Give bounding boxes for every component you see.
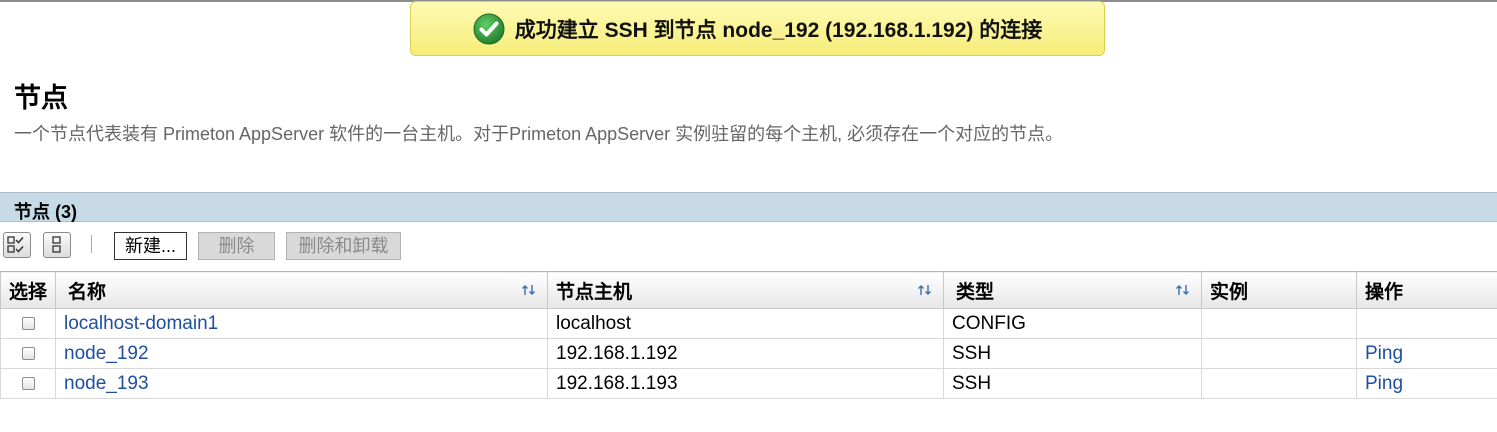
- node-type-cell: CONFIG: [943, 308, 1202, 339]
- node-name-link[interactable]: localhost-domain1: [64, 313, 218, 334]
- select-all-icon: [7, 236, 24, 253]
- column-header-instances: 实例: [1201, 271, 1357, 309]
- check-circle-icon: [473, 13, 505, 44]
- node-host-cell: localhost: [547, 308, 944, 339]
- row-select-cell: [0, 368, 56, 399]
- select-all-button[interactable]: [3, 232, 31, 258]
- ping-link[interactable]: Ping: [1365, 373, 1403, 394]
- sort-icon[interactable]: [521, 283, 537, 297]
- success-message: 成功建立 SSH 到节点 node_192 (192.168.1.192) 的连…: [410, 1, 1105, 56]
- table-section-header: 节点 (3): [0, 192, 1497, 222]
- node-instances-cell: [1201, 338, 1357, 369]
- success-message-text: 成功建立 SSH 到节点 node_192 (192.168.1.192) 的连…: [514, 18, 1043, 42]
- table-row: localhost-domain1 localhost CONFIG: [0, 308, 1497, 339]
- column-header-select: 选择: [0, 271, 56, 309]
- node-instances-cell: [1201, 368, 1357, 399]
- column-header-name[interactable]: 名称: [55, 271, 548, 309]
- table-toolbar: 新建... 删除 删除和卸载: [3, 232, 603, 260]
- table-row: node_193 192.168.1.193 SSH Ping: [0, 368, 1497, 399]
- node-host-cell: 192.168.1.193: [547, 368, 944, 399]
- node-instances-cell: [1201, 308, 1357, 339]
- node-name-cell: node_193: [55, 368, 548, 399]
- node-type-cell: SSH: [943, 368, 1202, 399]
- node-name-cell: localhost-domain1: [55, 308, 548, 339]
- sort-icon[interactable]: [1175, 283, 1191, 297]
- toolbar-separator: [91, 235, 92, 253]
- page-description: 一个节点代表装有 Primeton AppServer 软件的一台主机。对于Pr…: [14, 124, 1064, 144]
- deselect-all-button[interactable]: [43, 232, 71, 258]
- column-header-host[interactable]: 节点主机: [547, 271, 944, 309]
- node-actions-cell: Ping: [1356, 368, 1497, 399]
- table-row: node_192 192.168.1.192 SSH Ping: [0, 338, 1497, 369]
- row-checkbox[interactable]: [21, 346, 35, 360]
- deselect-all-icon: [52, 236, 61, 253]
- row-select-cell: [0, 308, 56, 339]
- node-actions-cell: [1356, 308, 1497, 339]
- sort-icon[interactable]: [917, 283, 933, 297]
- column-header-actions: 操作: [1356, 271, 1497, 309]
- delete-and-uninstall-button[interactable]: 删除和卸载: [286, 232, 401, 260]
- new-node-button[interactable]: 新建...: [114, 232, 187, 260]
- table-header-row: 选择 名称 节点主机 类型 实例 操作: [0, 271, 1497, 309]
- table-section-title: 节点 (3): [14, 202, 77, 222]
- column-header-type[interactable]: 类型: [943, 271, 1202, 309]
- node-name-link[interactable]: node_192: [64, 343, 149, 364]
- row-checkbox[interactable]: [21, 376, 35, 390]
- node-host-cell: 192.168.1.192: [547, 338, 944, 369]
- delete-button[interactable]: 删除: [198, 232, 275, 260]
- node-name-link[interactable]: node_193: [64, 373, 149, 394]
- node-actions-cell: Ping: [1356, 338, 1497, 369]
- node-type-cell: SSH: [943, 338, 1202, 369]
- page-title: 节点: [14, 83, 68, 113]
- row-select-cell: [0, 338, 56, 369]
- ping-link[interactable]: Ping: [1365, 343, 1403, 364]
- node-name-cell: node_192: [55, 338, 548, 369]
- row-checkbox[interactable]: [21, 316, 35, 330]
- nodes-table: 选择 名称 节点主机 类型 实例 操作 localhost-domain1 lo…: [0, 271, 1497, 399]
